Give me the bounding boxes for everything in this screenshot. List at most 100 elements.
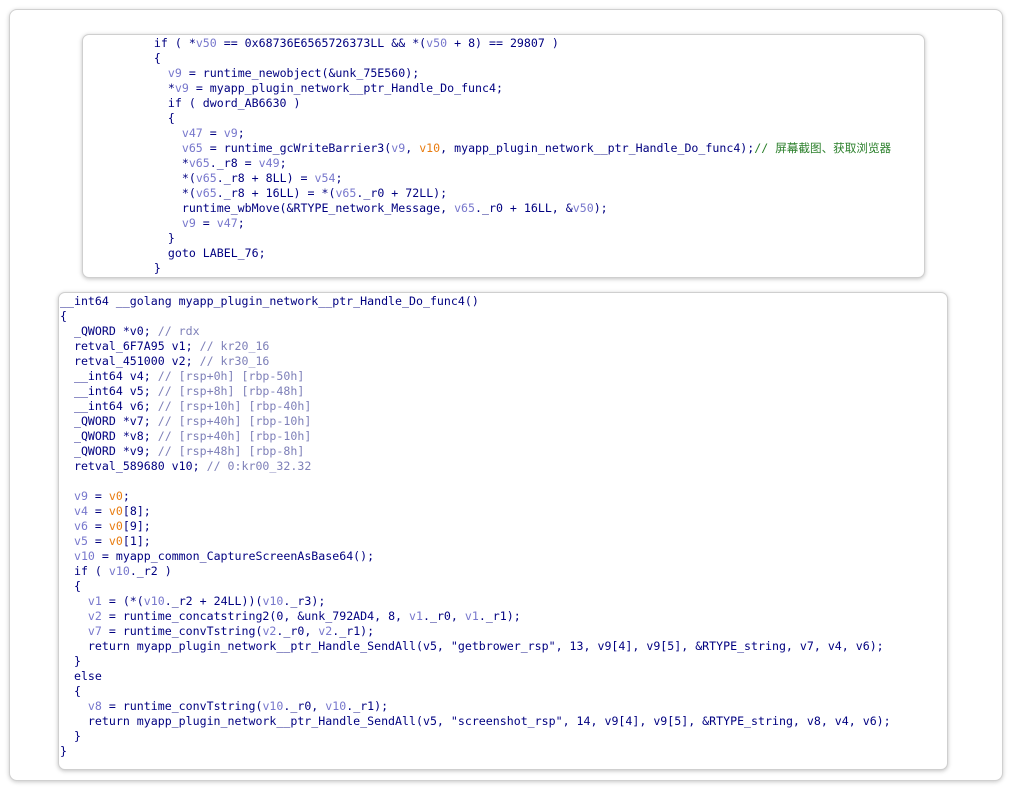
code-line: if ( *v50 == 0x68736E6565726373LL && *(v… [126, 36, 924, 51]
code-token: = myapp_common_CaptureScreenAsBase64(); [94, 549, 375, 563]
code-token: ._r1); [478, 609, 521, 623]
code-token: if ( dword_AB6630 ) [126, 96, 301, 110]
code-line: runtime_wbMove(&RTYPE_network_Message, v… [126, 201, 924, 216]
code-line: else [60, 669, 947, 684]
code-token: v7 [87, 624, 102, 638]
code-token: v2 [318, 624, 333, 638]
code-token: v65 [195, 171, 217, 185]
code-token: } [60, 654, 81, 668]
code-token: __int64 __golang myapp_plugin_network__p… [60, 294, 479, 308]
code-line: _QWORD *v7; // [rsp+40h] [rbp-10h] [60, 414, 947, 429]
code-token: v2 [87, 609, 102, 623]
code-token: ._r0 + 16LL, & [475, 201, 573, 215]
code-line: retval_589680 v10; // 0:kr00_32.32 [60, 459, 947, 474]
code-token: v54 [314, 171, 336, 185]
code-token: // [rsp+48h] [rbp-8h] [157, 444, 305, 458]
code-token: v9 [73, 489, 88, 503]
code-token: v9 [181, 216, 196, 230]
code-token: , 13, v9[4], v9[5], &RTYPE_string, v7, v… [555, 639, 884, 653]
code-token: // [rsp+40h] [rbp-10h] [157, 429, 312, 443]
code-line: { [60, 684, 947, 699]
code-token: [9]; [122, 519, 151, 533]
code-line: { [60, 309, 947, 324]
code-token: v65 [195, 186, 217, 200]
code-line: { [60, 579, 947, 594]
code-line: v1 = (*(v10._r2 + 24LL))(v10._r3); [60, 594, 947, 609]
code-token: [8]; [122, 504, 151, 518]
code-line: } [126, 261, 924, 276]
code-token: ; [279, 156, 287, 170]
code-line: __int64 v4; // [rsp+0h] [rbp-50h] [60, 369, 947, 384]
code-token: "screenshot_rsp" [450, 714, 563, 728]
code-line: goto LABEL_76; [126, 246, 924, 261]
code-token: = runtime_convTstring( [101, 624, 263, 638]
code-token: ._r1); [346, 699, 389, 713]
code-line: { [126, 111, 924, 126]
code-line: retval_451000 v2; // kr30_16 [60, 354, 947, 369]
code-token: __int64 v4; [60, 369, 158, 383]
code-token: ._r3); [283, 594, 326, 608]
code-line: v10 = myapp_common_CaptureScreenAsBase64… [60, 549, 947, 564]
code-block-bottom: __int64 __golang myapp_plugin_network__p… [60, 294, 947, 759]
code-token: v50 [572, 201, 594, 215]
code-line: *(v65._r8 + 16LL) = *(v65._r0 + 72LL); [126, 186, 924, 201]
code-token: // [rsp+10h] [rbp-40h] [157, 399, 312, 413]
code-token: { [126, 111, 175, 125]
code-line: *v9 = myapp_plugin_network__ptr_Handle_D… [126, 81, 924, 96]
code-token: v1 [464, 609, 479, 623]
code-token: ; [335, 171, 343, 185]
code-token: = [87, 504, 109, 518]
code-token: // 0:kr00_32.32 [206, 459, 312, 473]
code-token: v0 [108, 519, 123, 533]
code-line: return myapp_plugin_network__ptr_Handle_… [60, 639, 947, 654]
code-line: } [60, 654, 947, 669]
code-line: _QWORD *v9; // [rsp+48h] [rbp-8h] [60, 444, 947, 459]
code-line: v6 = v0[9]; [60, 519, 947, 534]
code-token: v4 [73, 504, 88, 518]
code-line: v65 = runtime_gcWriteBarrier3(v9, v10, m… [126, 141, 924, 156]
code-token: v9 [167, 66, 182, 80]
code-token: v65 [188, 156, 210, 170]
code-line: __int64 __golang myapp_plugin_network__p… [60, 294, 947, 309]
code-token: ._r0, [422, 609, 465, 623]
code-token: if ( [126, 36, 189, 50]
code-token: + 8) == 29807 ) [447, 36, 559, 50]
code-token: = [202, 126, 224, 140]
code-token: runtime_wbMove(&RTYPE_network_Message, [126, 201, 455, 215]
code-token: } [126, 231, 175, 245]
code-token: ); [593, 201, 608, 215]
code-token: v49 [258, 156, 280, 170]
code-line: __int64 v5; // [rsp+8h] [rbp-48h] [60, 384, 947, 399]
code-token: *( [126, 186, 196, 200]
code-token: v10 [419, 141, 441, 155]
code-token: { [60, 309, 67, 323]
code-token: return myapp_plugin_network__ptr_Handle_… [60, 714, 451, 728]
code-line: } [126, 231, 924, 246]
code-block-top: if ( *v50 == 0x68736E6565726373LL && *(v… [126, 36, 924, 276]
code-line: } [60, 729, 947, 744]
code-line: { [126, 51, 924, 66]
code-token: ; [237, 126, 245, 140]
code-token: v10 [143, 594, 165, 608]
code-token: v1 [87, 594, 102, 608]
code-token: v10 [73, 549, 95, 563]
code-line: } [60, 744, 947, 759]
code-line: retval_6F7A95 v1; // kr20_16 [60, 339, 947, 354]
code-token: = runtime_newobject(&unk_75E560); [181, 66, 420, 80]
code-token: _QWORD *v7; [60, 414, 158, 428]
code-token: ._r2 + 24LL))( [164, 594, 263, 608]
code-line: v7 = runtime_convTstring(v2._r0, v2._r1)… [60, 624, 947, 639]
code-line: v4 = v0[8]; [60, 504, 947, 519]
code-line: v2 = runtime_concatstring2(0, &unk_792AD… [60, 609, 947, 624]
code-token: *( [126, 171, 196, 185]
code-token: = myapp_plugin_network__ptr_Handle_Do_fu… [188, 81, 503, 95]
code-token: // kr20_16 [199, 339, 270, 353]
code-token: else [60, 669, 102, 683]
code-token: _QWORD *v0; [60, 324, 158, 338]
